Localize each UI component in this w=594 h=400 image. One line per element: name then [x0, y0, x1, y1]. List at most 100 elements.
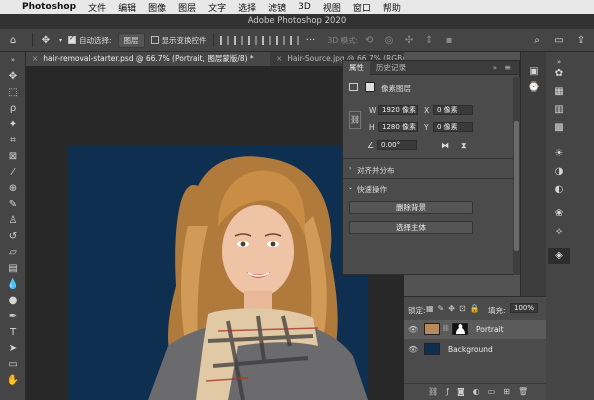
layer-row-background[interactable]: 👁 Background [404, 340, 546, 359]
history-brush-tool-icon[interactable]: ↺ [4, 230, 22, 244]
link-dimensions-icon[interactable]: ⛓ [349, 111, 361, 129]
home-icon[interactable]: ⌂ [6, 33, 20, 47]
section-align-distribute[interactable]: 对齐并分布 [357, 165, 395, 176]
menu-help[interactable]: 帮助 [383, 1, 401, 14]
dodge-tool-icon[interactable]: ● [4, 294, 22, 308]
tab-history[interactable]: 历史记录 [370, 62, 412, 73]
x-field[interactable]: 0 像素 [433, 105, 473, 115]
healing-brush-tool-icon[interactable]: ⊕ [4, 182, 22, 196]
frame-tool-icon[interactable]: ⊠ [4, 150, 22, 164]
menu-layer[interactable]: 图层 [178, 1, 196, 14]
move-tool-icon[interactable]: ✥ [4, 70, 22, 84]
layer-mask-thumbnail[interactable] [452, 323, 468, 335]
y-field[interactable]: 0 像素 [433, 122, 473, 132]
layers-footer-icons[interactable]: ⛓ƒ◙◐▭⊞🗑 [404, 383, 546, 400]
auto-select-target-dropdown[interactable]: 图层 [117, 32, 145, 48]
paths-panel-icon[interactable]: ⟡ [552, 226, 566, 238]
learn-panel-icon[interactable]: ☀ [552, 148, 566, 160]
properties-panel-icon[interactable]: ▣ [527, 66, 541, 78]
chevron-right-icon[interactable]: › [349, 165, 351, 172]
crop-tool-icon[interactable]: ⌗ [4, 134, 22, 148]
share-icon[interactable]: ⇪ [574, 33, 588, 47]
panel-expand-icon[interactable]: » [493, 64, 497, 72]
align-center-icon[interactable] [233, 35, 243, 45]
lasso-tool-icon[interactable]: ρ [4, 102, 22, 116]
3d-rotate-icon[interactable]: ⟲ [362, 33, 376, 47]
brush-tool-icon[interactable]: ✎ [4, 198, 22, 212]
document-canvas[interactable] [68, 146, 368, 400]
move-tool-icon[interactable]: ✥ [39, 33, 53, 47]
clone-stamp-tool-icon[interactable]: ♙ [4, 214, 22, 228]
link-icon[interactable]: ⛓ [442, 325, 450, 332]
lock-options-icons[interactable]: ▦✎✥⊡🔒 [426, 304, 484, 313]
menu-filter[interactable]: 滤镜 [268, 1, 286, 14]
layer-mask-icon[interactable] [365, 82, 375, 92]
eyedropper-tool-icon[interactable]: ⁄ [4, 166, 22, 180]
layers-panel-icon[interactable]: ◈ [548, 248, 570, 264]
swatches-panel-icon[interactable]: ▦ [552, 86, 566, 98]
styles-panel-icon[interactable]: ◐ [552, 184, 566, 196]
align-top-icon[interactable] [261, 35, 271, 45]
blur-tool-icon[interactable]: 💧 [4, 278, 22, 292]
select-subject-button[interactable]: 选择主体 [349, 221, 473, 234]
hand-tool-icon[interactable]: ✋ [4, 374, 22, 388]
adjustments-panel-icon[interactable]: ◑ [552, 166, 566, 178]
align-right-icon[interactable] [247, 35, 257, 45]
flip-vertical-icon[interactable]: ⧗ [461, 141, 467, 151]
menu-3d[interactable]: 3D [298, 2, 311, 12]
workspace-icon[interactable]: ▭ [552, 33, 566, 47]
flip-horizontal-icon[interactable]: ⧓ [441, 141, 449, 150]
chevron-down-icon[interactable]: ⌄ [348, 184, 353, 191]
panel-menu-icon[interactable]: ≡ [504, 63, 511, 72]
close-icon[interactable]: × [32, 54, 38, 63]
type-tool-icon[interactable]: T [4, 326, 22, 340]
history-panel-icon[interactable]: ⌚ [527, 82, 541, 94]
align-left-icon[interactable] [219, 35, 229, 45]
section-quick-actions[interactable]: 快速操作 [357, 184, 387, 195]
show-transform-checkbox[interactable] [150, 36, 159, 44]
path-selection-tool-icon[interactable]: ➤ [4, 342, 22, 356]
fill-field[interactable]: 100% [510, 303, 538, 313]
layer-row-portrait[interactable]: 👁 ⛓ Portrait [404, 320, 546, 339]
rectangle-tool-icon[interactable]: ▭ [4, 358, 22, 372]
height-field[interactable]: 1280 像素 [378, 122, 418, 132]
gradient-tool-icon[interactable]: ▤ [4, 262, 22, 276]
eye-icon[interactable]: 👁 [408, 325, 418, 334]
patterns-panel-icon[interactable]: ▩ [552, 122, 566, 134]
collapse-icon[interactable]: » [4, 56, 22, 64]
3d-scale-icon[interactable]: ▪ [442, 33, 456, 47]
pen-tool-icon[interactable]: ✒ [4, 310, 22, 324]
3d-pan-icon[interactable]: ✣ [402, 33, 416, 47]
menu-view[interactable]: 视图 [323, 1, 341, 14]
menu-app-name[interactable]: Photoshop [22, 2, 76, 12]
auto-select-checkbox[interactable] [68, 34, 77, 44]
align-bottom-icon[interactable] [289, 35, 299, 45]
color-panel-icon[interactable]: ✿ [552, 68, 566, 80]
chevron-down-icon[interactable]: ▾ [59, 37, 62, 44]
menu-image[interactable]: 图像 [148, 1, 166, 14]
menu-type[interactable]: 文字 [208, 1, 226, 14]
more-options-icon[interactable]: ··· [304, 33, 318, 47]
menu-window[interactable]: 窗口 [353, 1, 371, 14]
eye-icon[interactable]: 👁 [408, 345, 418, 354]
gradients-panel-icon[interactable]: ▥ [552, 104, 566, 116]
expand-panels-icon[interactable]: » [552, 56, 566, 68]
remove-background-button[interactable]: 删除背景 [349, 201, 473, 214]
scrollbar-thumb[interactable] [514, 121, 519, 251]
libraries-panel-icon[interactable]: ❀ [552, 208, 566, 220]
magic-wand-tool-icon[interactable]: ✦ [4, 118, 22, 132]
angle-field[interactable]: 0.00° [377, 140, 417, 150]
align-middle-icon[interactable] [275, 35, 285, 45]
close-icon[interactable]: × [276, 54, 282, 63]
tab-hair-removal-starter[interactable]: × hair-removal-starter.psd @ 66.7% (Portr… [26, 52, 270, 66]
3d-roll-icon[interactable]: ◎ [382, 33, 396, 47]
menu-select[interactable]: 选择 [238, 1, 256, 14]
eraser-tool-icon[interactable]: ▱ [4, 246, 22, 260]
search-icon[interactable]: ⌕ [530, 33, 544, 47]
width-field[interactable]: 1920 像素 [378, 105, 418, 115]
menu-edit[interactable]: 编辑 [118, 1, 136, 14]
tab-properties[interactable]: 属性 [343, 60, 370, 75]
menu-file[interactable]: 文件 [88, 1, 106, 14]
marquee-tool-icon[interactable]: ⬚ [4, 86, 22, 100]
3d-slide-icon[interactable]: ⇕ [422, 33, 436, 47]
